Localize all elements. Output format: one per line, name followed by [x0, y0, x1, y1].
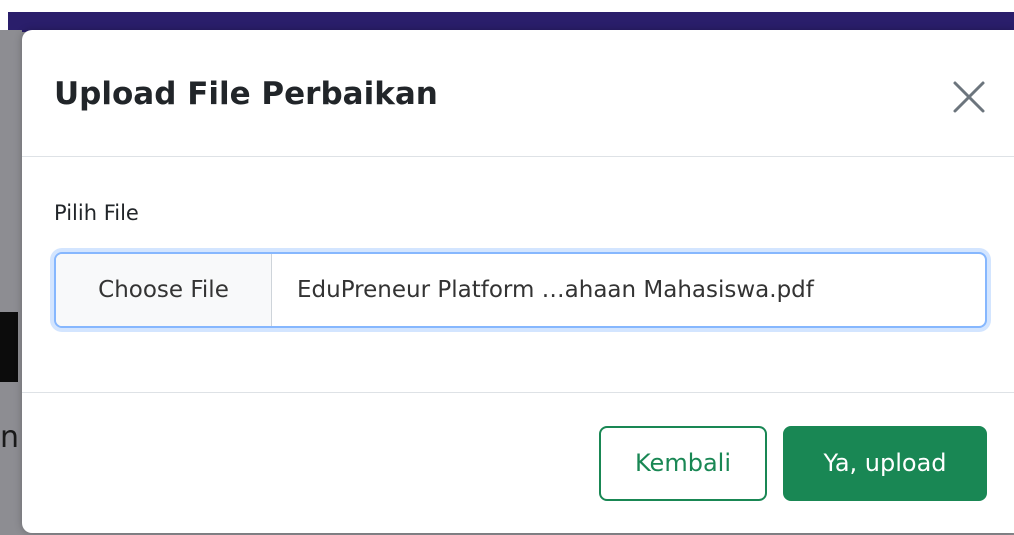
page-partial-text: n	[0, 420, 20, 455]
modal-body: Pilih File Choose File EduPreneur Platfo…	[22, 157, 1014, 391]
file-input[interactable]: Choose File EduPreneur Platform …ahaan M…	[54, 252, 987, 328]
close-icon	[953, 81, 985, 113]
page-navbar	[8, 12, 1014, 32]
selected-file-name: EduPreneur Platform …ahaan Mahasiswa.pdf	[297, 277, 814, 303]
close-button[interactable]	[947, 75, 991, 119]
back-button[interactable]: Kembali	[599, 426, 767, 501]
modal-footer: Kembali Ya, upload	[22, 392, 1014, 534]
modal-header: Upload File Perbaikan	[22, 30, 1014, 157]
page-dark-block	[0, 312, 18, 382]
file-field-label: Pilih File	[54, 201, 139, 225]
choose-file-button[interactable]: Choose File	[56, 254, 272, 326]
page-overlay-edge	[0, 30, 22, 535]
upload-modal: Upload File Perbaikan Pilih File Choose …	[22, 30, 1014, 533]
modal-title: Upload File Perbaikan	[54, 76, 438, 112]
upload-button[interactable]: Ya, upload	[783, 426, 987, 501]
